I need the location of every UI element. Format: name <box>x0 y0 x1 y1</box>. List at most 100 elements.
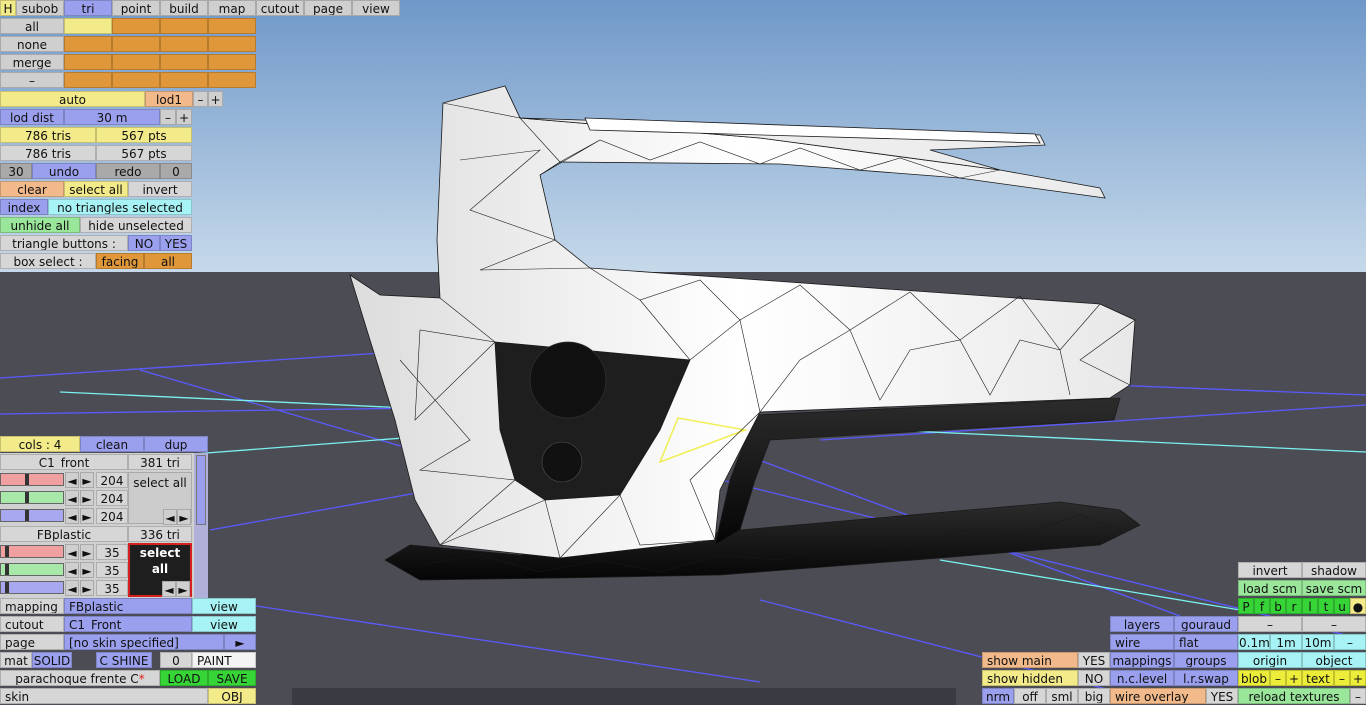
page-value[interactable]: [no skin specified] <box>64 634 224 650</box>
sel-grid-cell[interactable] <box>112 18 160 34</box>
page-next-button[interactable]: ► <box>224 634 256 650</box>
slider-knob[interactable] <box>25 510 29 521</box>
tab-page[interactable]: page <box>304 0 352 16</box>
lod-level-button[interactable]: lod1 <box>145 91 193 107</box>
dash-button[interactable]: – <box>0 72 64 88</box>
shadow-button[interactable]: shadow <box>1302 562 1366 578</box>
blue-increment-button[interactable]: ► <box>80 580 94 596</box>
red-slider[interactable] <box>0 545 64 558</box>
mapping-value[interactable]: FBplastic <box>64 598 192 614</box>
text-button[interactable]: text <box>1302 670 1334 686</box>
flag-u-button[interactable]: u <box>1334 598 1350 614</box>
material-name[interactable]: FBplastic <box>0 526 128 542</box>
cols-button[interactable]: cols : 4 <box>0 436 80 452</box>
paint-button[interactable]: PAINT <box>192 652 256 668</box>
swatch-prev-button[interactable]: ◄ <box>163 509 177 525</box>
red-increment-button[interactable]: ► <box>80 544 94 560</box>
reload-textures-button[interactable]: reload textures <box>1238 688 1350 704</box>
blue-decrement-button[interactable]: ◄ <box>65 508 79 524</box>
nc-level-button[interactable]: n.c.level <box>1110 670 1174 686</box>
materials-scrollbar[interactable] <box>194 453 208 598</box>
slider-knob[interactable] <box>25 492 29 503</box>
scale-10m-button[interactable]: 10m <box>1302 634 1334 650</box>
lod-dist-plus-button[interactable]: + <box>176 109 192 125</box>
sel-grid-cell[interactable] <box>112 36 160 52</box>
tab-cutout[interactable]: cutout <box>256 0 304 16</box>
triangle-buttons-no[interactable]: NO <box>128 235 160 251</box>
clear-button[interactable]: clear <box>0 181 64 197</box>
sel-grid-cell[interactable] <box>112 72 160 88</box>
red-decrement-button[interactable]: ◄ <box>65 544 79 560</box>
show-main-value[interactable]: YES <box>1078 652 1110 668</box>
load-scm-button[interactable]: load scm <box>1238 580 1302 596</box>
show-hidden-value[interactable]: NO <box>1078 670 1110 686</box>
load-button[interactable]: LOAD <box>160 670 208 686</box>
flag-t-button[interactable]: t <box>1318 598 1334 614</box>
blob-minus-button[interactable]: – <box>1270 670 1286 686</box>
show-main-button[interactable]: show main <box>982 652 1078 668</box>
material-select-all[interactable]: select all <box>130 545 190 577</box>
merge-button[interactable]: merge <box>0 54 64 70</box>
slider-knob[interactable] <box>5 582 9 593</box>
dup-button[interactable]: dup <box>144 436 208 452</box>
invert-view-button[interactable]: invert <box>1238 562 1302 578</box>
solid-button[interactable]: SOLID <box>32 652 72 668</box>
green-increment-button[interactable]: ► <box>80 562 94 578</box>
origin-button[interactable]: origin <box>1238 652 1302 668</box>
scale-01m-button[interactable]: 0.1m <box>1238 634 1270 650</box>
dash-left-button[interactable]: – <box>1238 616 1302 632</box>
slider-knob[interactable] <box>25 474 29 485</box>
lod-dist-minus-button[interactable]: – <box>160 109 176 125</box>
mappings-button[interactable]: mappings <box>1110 652 1174 668</box>
tab-point[interactable]: point <box>112 0 160 16</box>
red-slider[interactable] <box>0 473 64 486</box>
sel-grid-cell[interactable] <box>160 54 208 70</box>
red-decrement-button[interactable]: ◄ <box>65 472 79 488</box>
green-decrement-button[interactable]: ◄ <box>65 490 79 506</box>
invert-button[interactable]: invert <box>128 181 192 197</box>
sel-grid-cell[interactable] <box>160 36 208 52</box>
scale-minus-button[interactable]: – <box>1334 634 1366 650</box>
reload-minus-button[interactable]: – <box>1350 688 1366 704</box>
flag-l-button[interactable]: l <box>1302 598 1318 614</box>
obj-button[interactable]: OBJ <box>208 688 256 704</box>
file-name[interactable]: parachoque frente C* <box>0 670 160 686</box>
slider-knob[interactable] <box>5 546 9 557</box>
gouraud-button[interactable]: gouraud <box>1174 616 1238 632</box>
swatch-next-button[interactable]: ► <box>176 581 190 597</box>
save-button[interactable]: SAVE <box>208 670 256 686</box>
select-all-button[interactable]: all <box>0 18 64 34</box>
size-big-button[interactable]: big <box>1078 688 1110 704</box>
size-off-button[interactable]: off <box>1014 688 1046 704</box>
select-all-tris-button[interactable]: select all <box>64 181 128 197</box>
swatch-next-button[interactable]: ► <box>177 509 191 525</box>
sel-grid-cell[interactable] <box>112 54 160 70</box>
tab-view[interactable]: view <box>352 0 400 16</box>
flat-button[interactable]: flat <box>1174 634 1238 650</box>
lod-plus-button[interactable]: + <box>208 91 223 107</box>
blue-slider[interactable] <box>0 581 64 594</box>
triangle-buttons-yes[interactable]: YES <box>160 235 192 251</box>
green-decrement-button[interactable]: ◄ <box>65 562 79 578</box>
scrollbar-thumb[interactable] <box>196 455 206 525</box>
size-nrm-button[interactable]: nrm <box>982 688 1014 704</box>
blue-decrement-button[interactable]: ◄ <box>65 580 79 596</box>
swatch-prev-button[interactable]: ◄ <box>162 581 176 597</box>
green-increment-button[interactable]: ► <box>80 490 94 506</box>
sel-grid-cell[interactable] <box>208 36 256 52</box>
sel-grid-cell[interactable] <box>160 18 208 34</box>
undo-button[interactable]: undo <box>32 163 96 179</box>
lod-auto-button[interactable]: auto <box>0 91 145 107</box>
tab-tri[interactable]: tri <box>64 0 112 16</box>
box-select-all[interactable]: all <box>144 253 192 269</box>
blue-increment-button[interactable]: ► <box>80 508 94 524</box>
flag-f-button[interactable]: f <box>1254 598 1270 614</box>
flag-dot-button[interactable]: ● <box>1350 598 1366 614</box>
text-plus-button[interactable]: + <box>1350 670 1366 686</box>
lod-minus-button[interactable]: – <box>193 91 208 107</box>
sel-grid-cell[interactable] <box>64 18 112 34</box>
scale-1m-button[interactable]: 1m <box>1270 634 1302 650</box>
sel-grid-cell[interactable] <box>208 18 256 34</box>
blob-plus-button[interactable]: + <box>1286 670 1302 686</box>
box-select-facing[interactable]: facing <box>96 253 144 269</box>
